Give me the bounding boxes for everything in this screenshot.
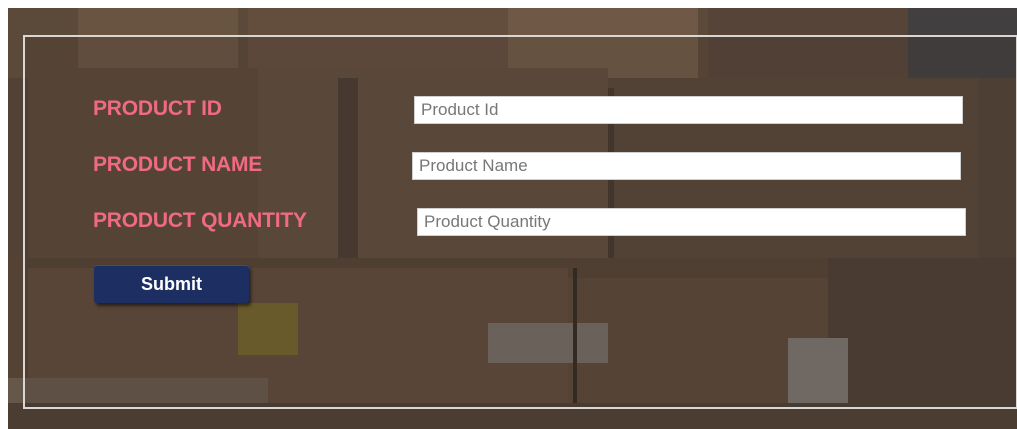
product-quantity-label: PRODUCT QUANTITY (93, 209, 307, 232)
background-photo: PRODUCT ID PRODUCT NAME PRODUCT QUANTITY… (8, 8, 1017, 429)
submit-button[interactable]: Submit (94, 265, 249, 303)
product-id-input[interactable] (414, 96, 963, 124)
product-id-label: PRODUCT ID (93, 97, 222, 120)
product-quantity-input[interactable] (417, 208, 966, 236)
product-name-label: PRODUCT NAME (93, 153, 263, 176)
product-name-input[interactable] (412, 152, 961, 180)
